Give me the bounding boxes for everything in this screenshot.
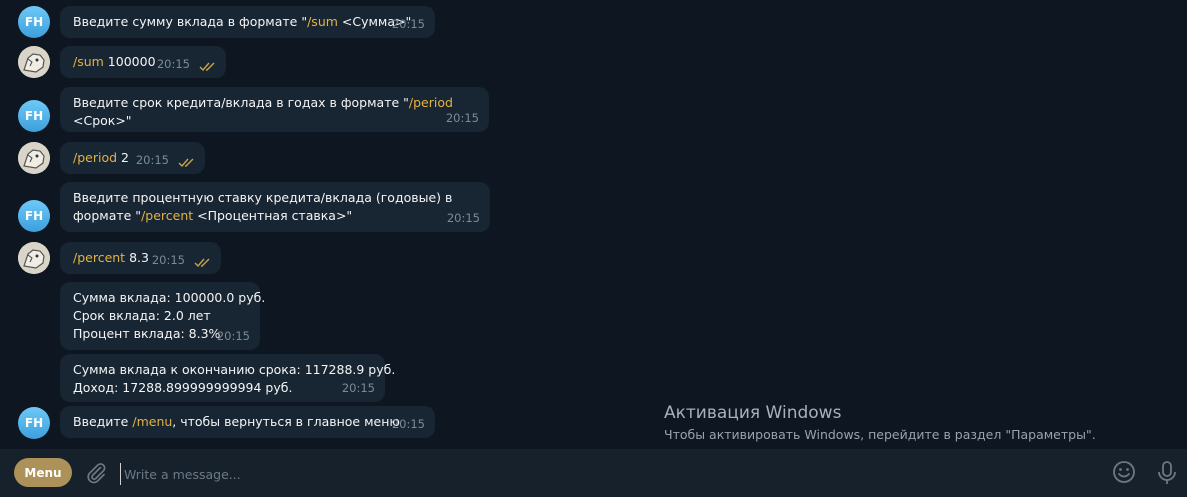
message-bubble[interactable]: Введите сумму вклада в формате "/sum <Су… (60, 6, 435, 38)
user-avatar[interactable] (18, 142, 50, 174)
command-link[interactable]: /percent (141, 208, 193, 223)
emoji-icon[interactable] (1112, 460, 1136, 484)
message-input[interactable] (120, 463, 1086, 485)
chat-history[interactable]: FH Введите сумму вклада в формате "/sum … (0, 0, 1187, 449)
message-bubble[interactable]: Сумма вклада: 100000.0 руб. Срок вклада:… (60, 282, 265, 350)
bot-avatar[interactable]: FH (18, 100, 50, 132)
message-time: 20:15 (151, 253, 185, 267)
watermark-title: Активация Windows (664, 403, 842, 423)
windows-activation-watermark: Активация Windows Чтобы активировать Win… (664, 402, 1096, 444)
message-bubble[interactable]: /percent 8.3 20:15 (60, 242, 221, 274)
double-check-icon (199, 62, 215, 72)
message-time: 20:15 (156, 57, 190, 71)
attach-icon[interactable] (84, 461, 108, 485)
bot-avatar[interactable]: FH (18, 200, 50, 232)
bot-avatar[interactable]: FH (18, 407, 50, 439)
command-link[interactable]: /period (409, 95, 453, 110)
message-bubble[interactable]: /period 2 20:15 (60, 142, 205, 174)
bot-avatar[interactable]: FH (18, 6, 50, 38)
message-bubble[interactable]: Сумма вклада к окончанию срока: 117288.9… (60, 354, 395, 402)
microphone-icon[interactable] (1156, 460, 1178, 486)
message-time: 20:15 (391, 417, 425, 431)
message-time: 20:15 (445, 111, 479, 125)
user-avatar[interactable] (18, 46, 50, 78)
message-bubble[interactable]: /sum 100000 20:15 (60, 46, 226, 78)
watermark-subtitle: Чтобы активировать Windows, перейдите в … (664, 427, 1096, 442)
message-time: 20:15 (216, 329, 250, 343)
command-link[interactable]: /menu (132, 414, 172, 429)
user-avatar[interactable] (18, 242, 50, 274)
message-input-bar: Menu (0, 449, 1187, 497)
message-time: 20:15 (341, 381, 375, 395)
message-time: 20:15 (391, 17, 425, 31)
message-time: 20:15 (135, 153, 169, 167)
message-bubble[interactable]: Введите процентную ставку кредита/вклада… (60, 182, 490, 232)
message-bubble[interactable]: Введите /menu, чтобы вернуться в главное… (60, 406, 435, 438)
message-time: 20:15 (446, 211, 480, 225)
double-check-icon (178, 158, 194, 168)
menu-button[interactable]: Menu (14, 458, 72, 487)
double-check-icon (194, 258, 210, 268)
command-link[interactable]: /sum (307, 14, 338, 29)
message-bubble[interactable]: Введите срок кредита/вклада в годах в фо… (60, 87, 489, 132)
